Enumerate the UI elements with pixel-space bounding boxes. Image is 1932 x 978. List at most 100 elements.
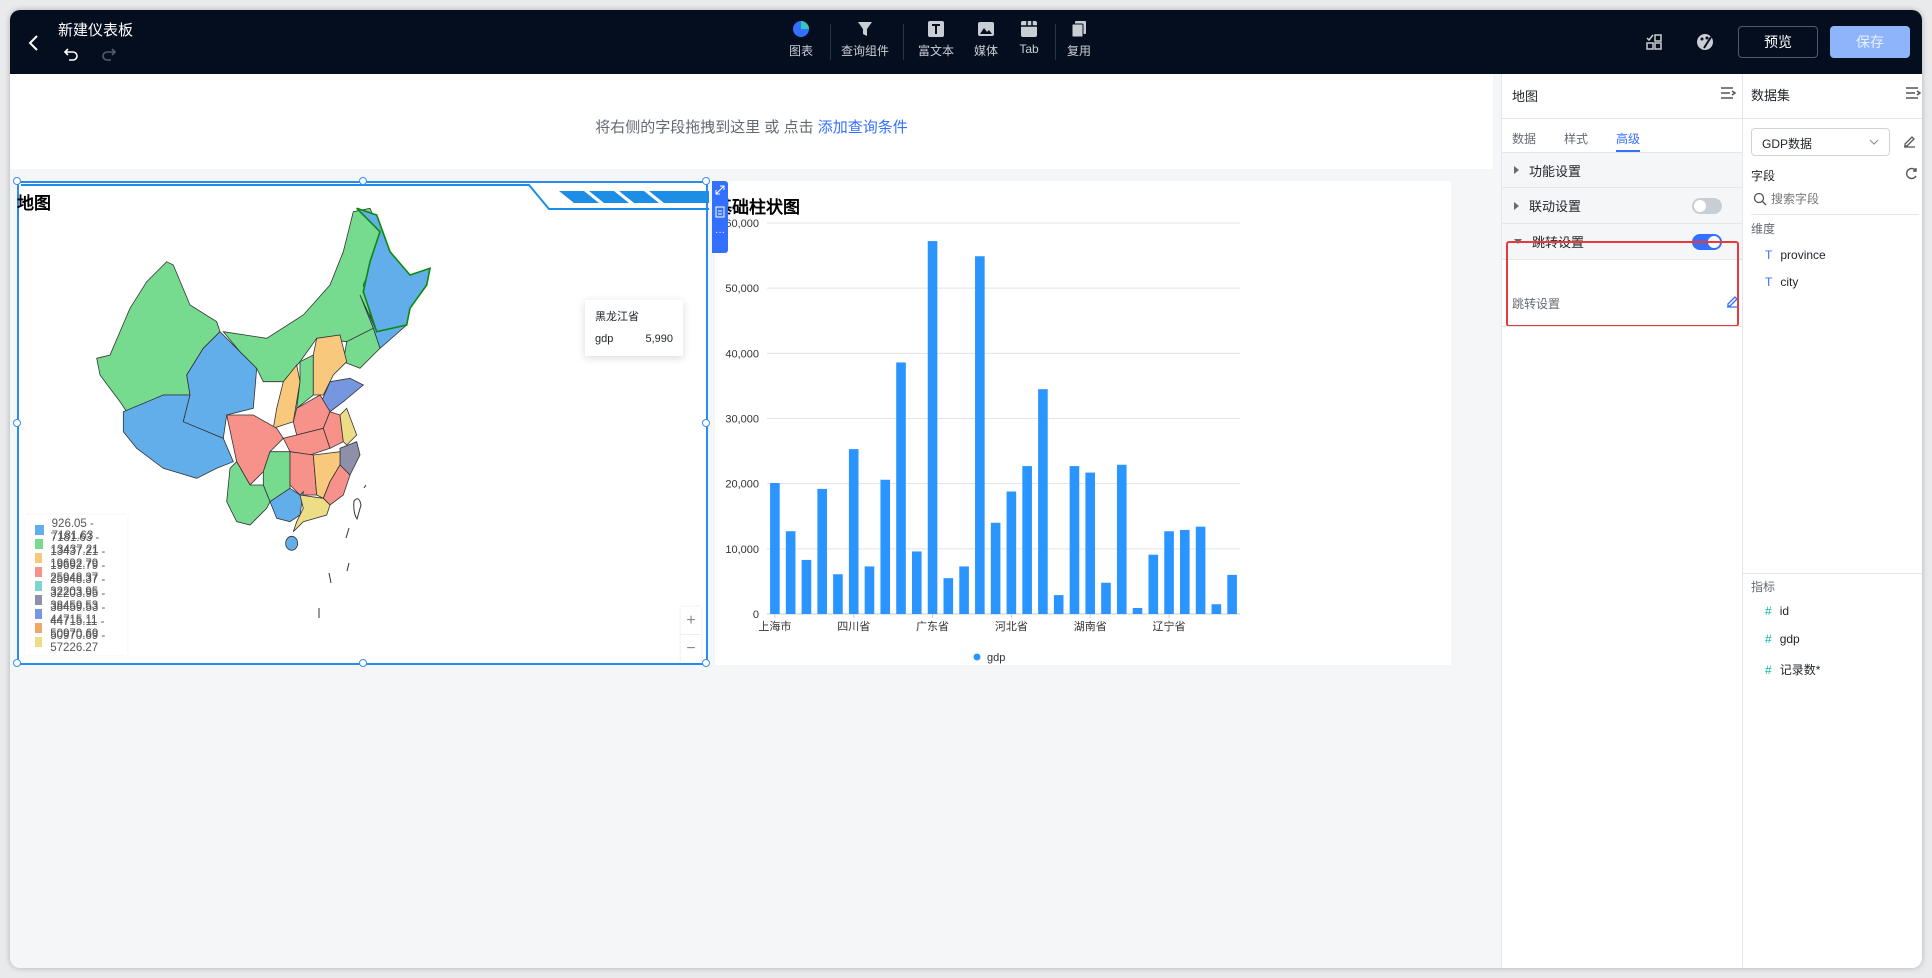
- bar[interactable]: [927, 241, 938, 614]
- collapse-panel-icon[interactable]: [1720, 86, 1736, 100]
- tab-style[interactable]: 样式: [1564, 130, 1588, 147]
- bar[interactable]: [959, 566, 969, 614]
- province-region[interactable]: [285, 535, 299, 551]
- config-title: 地图: [1512, 89, 1539, 104]
- bar[interactable]: [880, 479, 891, 614]
- dashboard-title[interactable]: 新建仪表板: [58, 19, 133, 40]
- refresh-icon[interactable]: [1905, 167, 1918, 180]
- legend-item[interactable]: 50970.69 - 57226.27: [35, 630, 127, 654]
- number-type-icon: #: [1765, 663, 1772, 677]
- bar-chart-card[interactable]: 基础柱状图 0 10,000 20,000 30,000 40,000 50,000 60,…: [715, 181, 1451, 665]
- fields-label: 字段: [1751, 169, 1776, 183]
- bar[interactable]: [1038, 389, 1048, 614]
- bar[interactable]: [1164, 531, 1174, 614]
- tool-label: 图表: [788, 44, 813, 58]
- tab-data[interactable]: 数据: [1512, 130, 1536, 147]
- bar[interactable]: [975, 256, 985, 614]
- bar[interactable]: [990, 522, 1001, 614]
- legend-swatch: [35, 539, 43, 549]
- theme-palette-icon[interactable]: [1696, 33, 1714, 51]
- resize-handle[interactable]: [13, 659, 21, 667]
- expand-icon[interactable]: [715, 185, 725, 195]
- chart-pie-icon: [793, 21, 809, 37]
- bar[interactable]: [1211, 604, 1222, 614]
- resize-handle[interactable]: [702, 177, 710, 185]
- y-tick-label: 10,000: [725, 544, 759, 556]
- tool-chart[interactable]: 图表: [771, 20, 831, 59]
- edit-dataset-icon[interactable]: [1903, 134, 1916, 148]
- bar[interactable]: [864, 566, 875, 614]
- province-region[interactable]: [289, 451, 318, 496]
- resize-handle[interactable]: [702, 419, 710, 427]
- legend-marker: [973, 653, 981, 661]
- x-tick-label: 辽宁省: [1153, 619, 1186, 633]
- tool-label: 媒体: [973, 44, 998, 58]
- bar[interactable]: [1053, 595, 1064, 614]
- bar[interactable]: [1022, 466, 1032, 614]
- tool-reuse[interactable]: 复用: [1049, 20, 1109, 59]
- app-window: 新建仪表板 图表 查询组件 富文本 媒体 Tab 复用 预览 保存 将右侧的字段…: [10, 10, 1922, 968]
- detail-icon[interactable]: [715, 206, 725, 218]
- add-query-link[interactable]: 添加查询条件: [818, 119, 908, 136]
- resize-handle[interactable]: [359, 177, 367, 185]
- map-card[interactable]: 地图 黑龙江省 gdp 5,990 926.05 - 7181.63 7181.63…: [13, 177, 710, 667]
- bar[interactable]: [801, 559, 812, 614]
- metric-field-id[interactable]: # id: [1765, 604, 1789, 618]
- bar[interactable]: [817, 488, 827, 614]
- bar[interactable]: [1116, 464, 1127, 614]
- section-function-settings[interactable]: 功能设置: [1502, 152, 1742, 188]
- legend-label[interactable]: gdp: [987, 652, 1005, 664]
- layout-icon[interactable]: [1646, 34, 1662, 50]
- bar-chart-plot: 0 10,000 20,000 30,000 40,000 50,000 60,000 上海市…: [725, 218, 1240, 664]
- save-button[interactable]: 保存: [1830, 26, 1910, 58]
- bar[interactable]: [1069, 466, 1080, 614]
- search-fields-input[interactable]: [1771, 189, 1911, 209]
- bar[interactable]: [943, 578, 954, 614]
- bar[interactable]: [911, 551, 922, 614]
- tool-query[interactable]: 查询组件: [835, 20, 895, 59]
- x-tick-label: 湖南省: [1074, 620, 1107, 633]
- section-linkage-settings[interactable]: 联动设置: [1502, 188, 1742, 224]
- dimension-field-province[interactable]: Tprovince: [1765, 248, 1826, 262]
- tooltip-province: 黑龙江省: [595, 311, 639, 323]
- province-region[interactable]: [282, 427, 331, 456]
- collapse-panel-icon[interactable]: [1905, 86, 1921, 100]
- y-tick-label: 0: [753, 609, 759, 621]
- bar[interactable]: [1148, 554, 1159, 614]
- bar[interactable]: [833, 574, 843, 614]
- resize-handle[interactable]: [13, 177, 21, 185]
- y-tick-label: 20,000: [725, 479, 759, 491]
- bar[interactable]: [1006, 491, 1017, 614]
- resize-handle[interactable]: [702, 659, 710, 667]
- dimension-field-city[interactable]: Tcity: [1765, 275, 1798, 289]
- metric-field-record-count[interactable]: # 记录数*: [1765, 661, 1820, 678]
- linkage-toggle[interactable]: [1692, 197, 1722, 214]
- resize-handle[interactable]: [359, 659, 367, 667]
- back-icon[interactable]: [28, 34, 40, 52]
- undo-icon[interactable]: [63, 46, 79, 62]
- preview-button[interactable]: 预览: [1738, 26, 1818, 58]
- bar[interactable]: [1132, 607, 1143, 614]
- legend-swatch: [35, 623, 43, 633]
- more-icon[interactable]: ···: [715, 227, 725, 238]
- y-tick-label: 30,000: [725, 414, 759, 426]
- bar[interactable]: [1085, 472, 1096, 614]
- zoom-in-button[interactable]: +: [681, 607, 701, 635]
- filter-icon: [858, 22, 872, 36]
- bar[interactable]: [1227, 574, 1237, 614]
- bar[interactable]: [785, 531, 796, 614]
- bar[interactable]: [770, 483, 780, 614]
- dataset-select[interactable]: GDP数据: [1751, 128, 1890, 156]
- zoom-out-button[interactable]: −: [681, 635, 701, 663]
- tab-advanced[interactable]: 高级: [1616, 130, 1640, 147]
- bar[interactable]: [848, 449, 859, 614]
- resize-handle[interactable]: [13, 419, 21, 427]
- tooltip-value: 5,990: [645, 333, 673, 345]
- bar[interactable]: [1180, 529, 1190, 614]
- redo-icon[interactable]: [101, 46, 117, 62]
- query-area[interactable]: 将右侧的字段拖拽到这里 或 点击 添加查询条件: [10, 74, 1493, 169]
- bar[interactable]: [1101, 582, 1111, 614]
- metric-field-gdp[interactable]: # gdp: [1765, 632, 1800, 646]
- bar[interactable]: [896, 362, 906, 614]
- bar[interactable]: [1195, 526, 1206, 614]
